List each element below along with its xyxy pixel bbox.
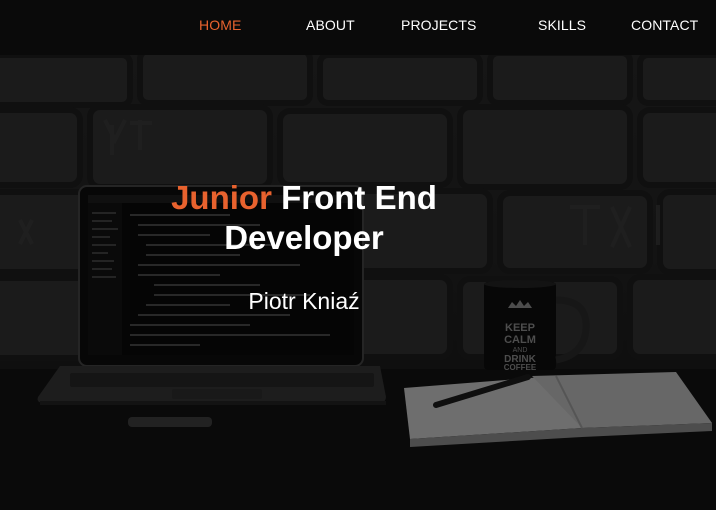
- nav-link-about[interactable]: ABOUT: [306, 17, 355, 33]
- nav-link-projects[interactable]: PROJECTS: [401, 17, 476, 33]
- nav-link-contact[interactable]: CONTACT: [631, 17, 698, 33]
- nav-link-skills[interactable]: SKILLS: [538, 17, 586, 33]
- headline-accent-word: Junior: [171, 179, 272, 216]
- hero-section: KEEP CALM AND DRINK COFFEE Junior Front …: [0, 55, 716, 510]
- main-navbar: HOME ABOUT PROJECTS SKILLS CONTACT: [0, 0, 716, 55]
- headline-part-1: Front End: [281, 179, 437, 216]
- hero-author-name: Piotr Kniaź: [248, 288, 360, 314]
- nav-link-home[interactable]: HOME: [199, 17, 241, 33]
- headline-part-2: Developer: [224, 219, 384, 256]
- hero-background-image: KEEP CALM AND DRINK COFFEE: [0, 55, 716, 510]
- hero-headline: Junior Front End Developer: [150, 178, 458, 258]
